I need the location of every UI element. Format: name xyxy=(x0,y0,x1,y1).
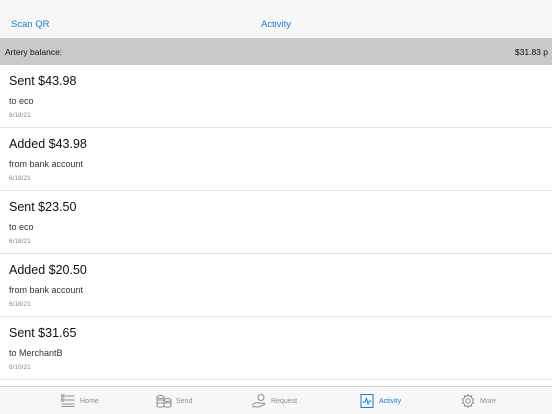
activity-list: Sent $43.98 to eco 6/18/21 Added $43.98 … xyxy=(0,65,552,386)
tab-label: Send xyxy=(176,397,193,405)
tab-label: More xyxy=(480,397,496,405)
list-item[interactable]: Sent $31.65 to MerchantB 6/10/21 xyxy=(0,317,552,380)
home-list-icon xyxy=(60,393,76,409)
activity-chart-icon xyxy=(359,393,375,409)
list-item[interactable]: Added $20.50 from bank account 6/18/21 xyxy=(0,254,552,317)
list-item[interactable]: Added $43.98 from bank account 6/18/21 xyxy=(0,128,552,191)
tab-label: Home xyxy=(80,397,99,405)
tab-bar: Home Send Request Activity More xyxy=(0,386,552,414)
transaction-subtitle: from bank account xyxy=(9,159,84,169)
navigation-bar: Scan QR Activity xyxy=(0,0,552,38)
gear-icon xyxy=(460,393,476,409)
transaction-date: 6/18/21 xyxy=(9,301,31,308)
list-item[interactable]: Sent $23.50 to eco 6/18/21 xyxy=(0,191,552,254)
transaction-title: Sent $23.50 xyxy=(9,200,77,214)
balance-value: $31.83 p xyxy=(514,47,548,57)
tab-label: Request xyxy=(271,397,298,405)
tab-request[interactable]: Request xyxy=(251,393,297,409)
tab-label: Activity xyxy=(379,397,402,405)
transaction-title: Sent $31.65 xyxy=(9,326,77,340)
tab-home[interactable]: Home xyxy=(60,393,99,409)
transaction-subtitle: to eco xyxy=(9,96,34,106)
tab-more[interactable]: More xyxy=(460,393,496,409)
tab-activity[interactable]: Activity xyxy=(359,393,401,409)
transaction-subtitle: to eco xyxy=(9,222,34,232)
hand-coin-icon xyxy=(251,393,267,409)
transaction-title: Sent $43.98 xyxy=(9,74,77,88)
transaction-date: 6/18/21 xyxy=(9,112,31,119)
tab-send[interactable]: Send xyxy=(156,393,192,409)
coins-icon xyxy=(156,393,172,409)
transaction-subtitle: from bank account xyxy=(9,285,84,295)
page-title: Activity xyxy=(260,19,292,30)
transaction-title: Added $20.50 xyxy=(9,263,87,277)
transaction-date: 6/18/21 xyxy=(9,238,31,245)
transaction-subtitle: to MerchantB xyxy=(9,348,63,358)
balance-label: Artery balance: xyxy=(5,47,63,57)
list-item[interactable]: Sent $43.98 to eco 6/18/21 xyxy=(0,65,552,128)
transaction-date: 6/10/21 xyxy=(9,364,31,371)
balance-bar: Artery balance: $31.83 p xyxy=(0,38,552,65)
transaction-title: Added $43.98 xyxy=(9,137,87,151)
transaction-date: 6/18/21 xyxy=(9,175,31,182)
